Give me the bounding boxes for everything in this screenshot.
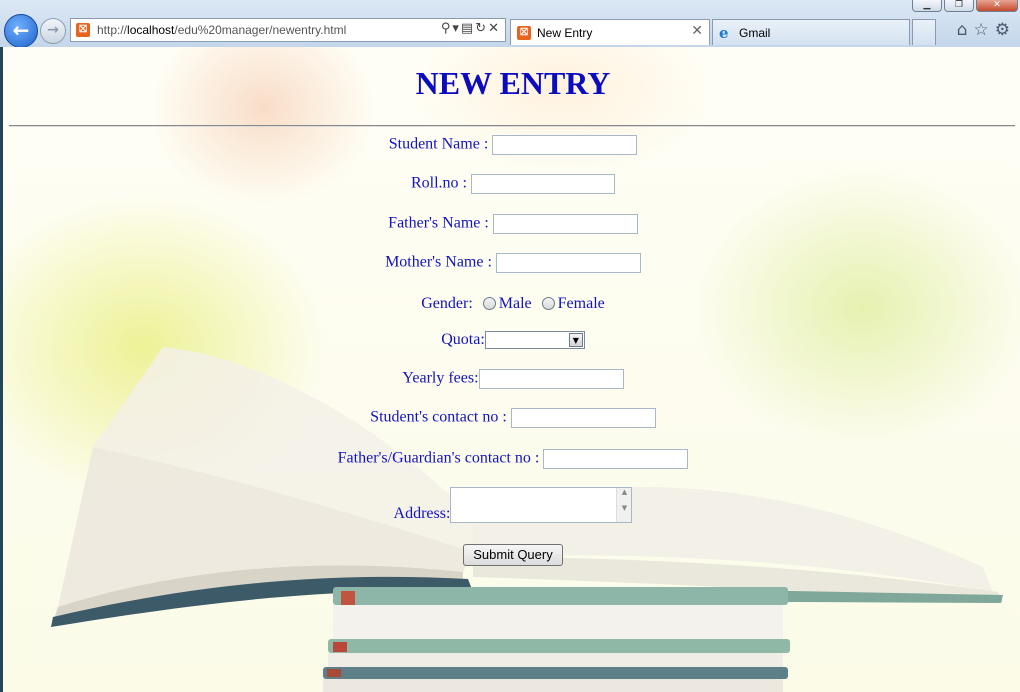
mother-name-label: Mother's Name : xyxy=(385,253,492,271)
close-window-button[interactable]: ✕ xyxy=(976,0,1018,12)
back-button[interactable]: ← xyxy=(4,14,38,48)
gender-female-label[interactable]: Female xyxy=(558,295,605,312)
address-url[interactable]: http://localhost/edu%20manager/newentry.… xyxy=(97,23,346,37)
guardian-contact-input[interactable] xyxy=(543,449,689,469)
compatibility-icon[interactable]: ▤ xyxy=(461,21,475,36)
yearly-fees-input[interactable] xyxy=(478,369,624,389)
father-name-input[interactable] xyxy=(492,214,638,234)
yearly-fees-label: Yearly fees: xyxy=(402,369,479,387)
arrow-left-icon: ← xyxy=(12,18,30,42)
minimize-button[interactable]: ▁ xyxy=(912,0,942,12)
search-icon[interactable]: ⚲ xyxy=(441,21,453,36)
address-textarea[interactable]: ▲ ▼ xyxy=(450,487,633,523)
quota-row: Quota: ▼ xyxy=(3,331,1020,350)
gender-row: Gender: Male Female xyxy=(3,295,1020,313)
title-divider xyxy=(9,125,1015,127)
star-icon[interactable]: ☆ xyxy=(974,20,995,40)
new-tab-button[interactable] xyxy=(912,19,936,45)
tab-gmail[interactable]: e Gmail xyxy=(712,19,910,45)
refresh-icon[interactable]: ↻ xyxy=(475,21,488,36)
tab-label: Gmail xyxy=(739,26,771,40)
mother-name-input[interactable] xyxy=(495,253,641,273)
submit-row: Submit Query xyxy=(3,544,1020,566)
browser-chrome: ▁ ❐ ✕ ← → ⛝ http://localhost/edu%20manag… xyxy=(0,0,1020,48)
page-title: NEW ENTRY xyxy=(415,65,611,101)
submit-button[interactable]: Submit Query xyxy=(463,544,563,566)
student-contact-row: Student's contact no : xyxy=(3,408,1020,428)
roll-no-input[interactable] xyxy=(471,174,615,194)
father-name-label: Father's Name : xyxy=(388,214,489,232)
gender-male-label[interactable]: Male xyxy=(499,295,532,312)
arrow-right-icon: → xyxy=(47,22,59,38)
address-bar[interactable]: ⛝ http://localhost/edu%20manager/newentr… xyxy=(70,18,506,42)
dropdown-icon[interactable]: ▾ xyxy=(452,21,461,36)
quota-label: Quota: xyxy=(441,331,485,348)
student-contact-input[interactable] xyxy=(510,408,656,428)
guardian-contact-label: Father's/Guardian's contact no : xyxy=(337,449,540,467)
father-name-row: Father's Name : xyxy=(3,214,1020,234)
forward-button[interactable]: → xyxy=(40,18,66,44)
quota-select[interactable]: ▼ xyxy=(484,331,585,350)
url-host: localhost xyxy=(127,23,175,37)
gender-male-radio[interactable] xyxy=(482,296,496,310)
address-row: Address: ▲ ▼ xyxy=(3,487,1020,523)
tab-label: New Entry xyxy=(537,26,593,40)
home-icon[interactable]: ⌂ xyxy=(957,20,974,40)
roll-no-row: Roll.no : xyxy=(3,174,1020,194)
student-contact-label: Student's contact no : xyxy=(370,408,507,426)
address-label: Address: xyxy=(393,505,451,522)
student-name-input[interactable] xyxy=(492,135,638,155)
textarea-scrollbar[interactable]: ▲ ▼ xyxy=(616,488,632,522)
gender-label: Gender: xyxy=(421,295,473,312)
student-name-label: Student Name : xyxy=(388,135,489,153)
url-prefix: http:// xyxy=(97,23,128,37)
address-bar-icons: ⚲▾▤↻✕ xyxy=(441,21,501,36)
close-tab-icon[interactable]: ✕ xyxy=(691,23,703,39)
gear-icon[interactable]: ⚙ xyxy=(995,20,1016,40)
page-viewport: NEW ENTRY Student Name : Roll.no : Fathe… xyxy=(0,47,1020,692)
tab-new-entry[interactable]: ⛝ New Entry ✕ xyxy=(510,19,710,45)
chevron-down-icon[interactable]: ▼ xyxy=(568,333,583,348)
url-path: /edu%20manager/newentry.html xyxy=(174,23,347,37)
xampp-favicon-icon: ⛝ xyxy=(517,26,531,40)
stop-icon[interactable]: ✕ xyxy=(488,21,501,36)
guardian-contact-row: Father's/Guardian's contact no : xyxy=(3,449,1020,469)
mother-name-row: Mother's Name : xyxy=(3,253,1020,273)
yearly-fees-row: Yearly fees: xyxy=(3,369,1020,389)
student-name-row: Student Name : xyxy=(3,135,1020,155)
maximize-button[interactable]: ❐ xyxy=(944,0,974,12)
window-controls: ▁ ❐ ✕ xyxy=(912,0,1018,12)
roll-no-label: Roll.no : xyxy=(410,174,467,192)
xampp-favicon-icon: ⛝ xyxy=(76,23,90,37)
gender-female-radio[interactable] xyxy=(541,296,555,310)
toolbar-icons: ⌂☆⚙ xyxy=(957,20,1016,40)
ie-favicon-icon: e xyxy=(719,24,729,42)
